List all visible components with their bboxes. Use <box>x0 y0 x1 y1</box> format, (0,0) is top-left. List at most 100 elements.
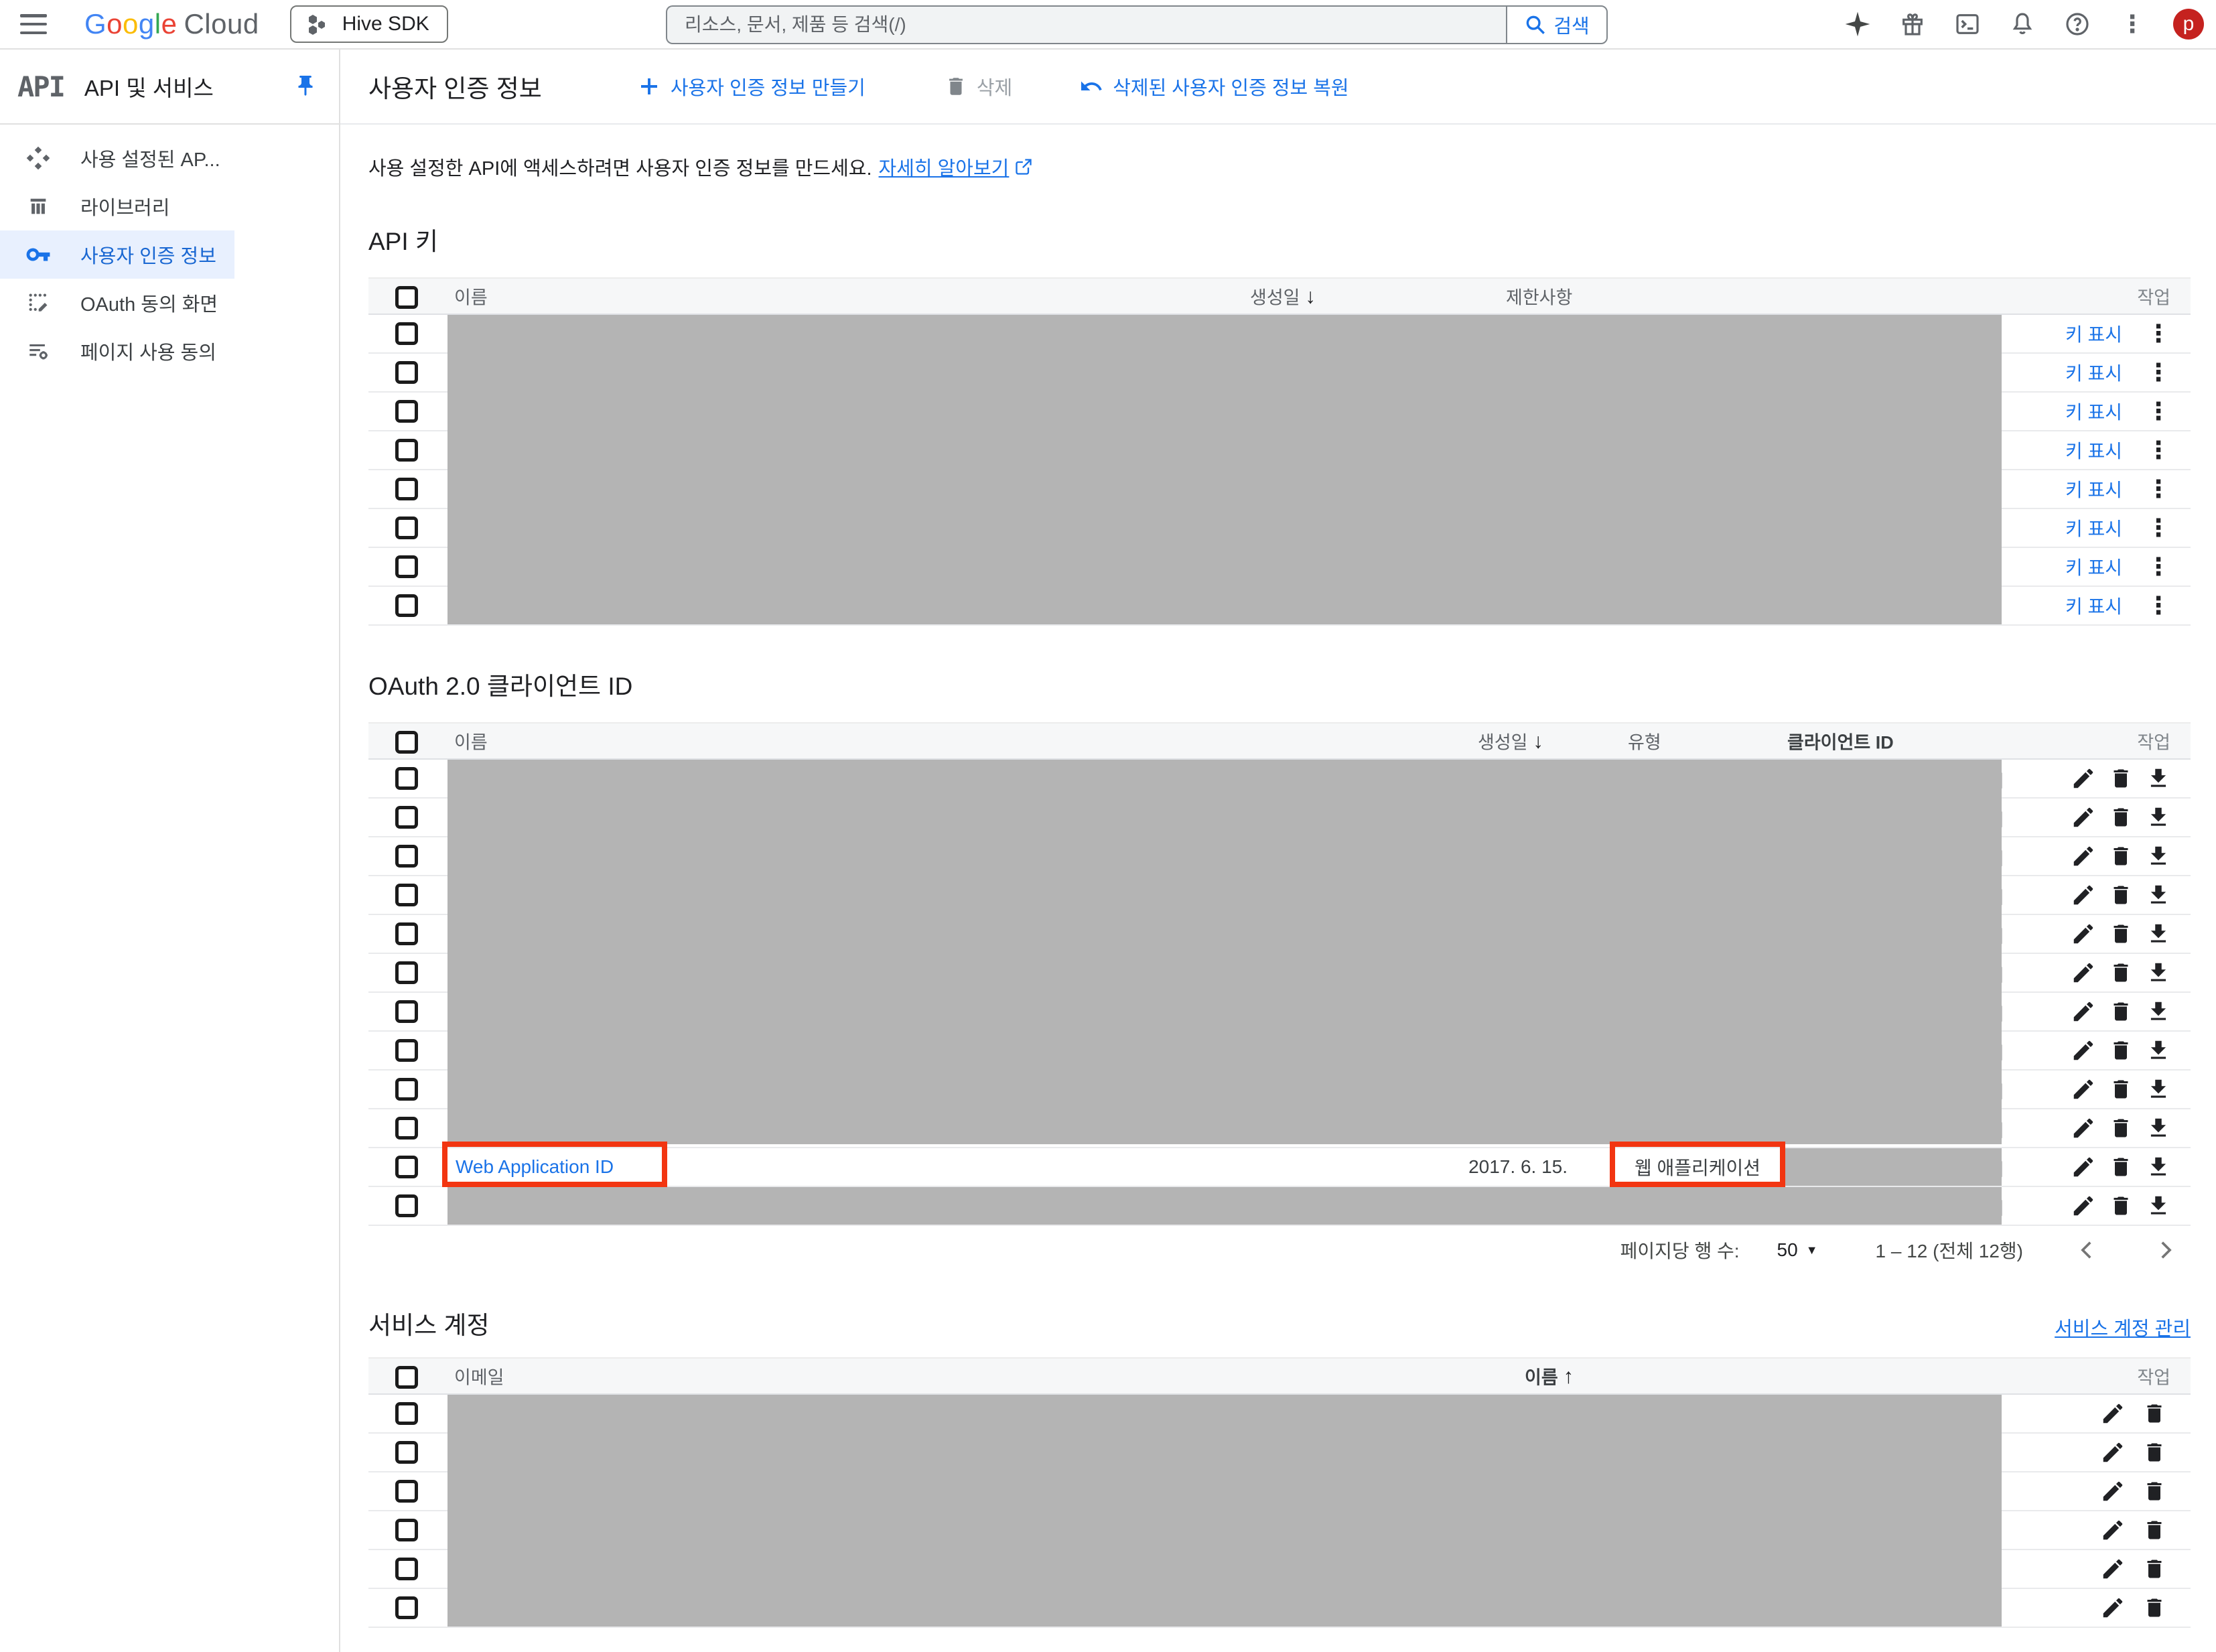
download-icon[interactable] <box>2145 959 2172 986</box>
sidebar-item-enabled-apis[interactable]: 사용 설정된 AP... <box>0 134 234 182</box>
row-checkbox[interactable] <box>395 439 418 462</box>
row-checkbox[interactable] <box>395 806 418 829</box>
row-checkbox[interactable] <box>395 478 418 500</box>
edit-icon[interactable] <box>2070 1154 2097 1180</box>
row-checkbox[interactable] <box>395 555 418 578</box>
notifications-bell-icon[interactable] <box>2008 10 2036 38</box>
download-icon[interactable] <box>2145 920 2172 947</box>
row-checkbox[interactable] <box>395 322 418 345</box>
row-checkbox[interactable] <box>395 1156 418 1178</box>
show-key-link[interactable]: 키 표시 <box>2065 514 2122 541</box>
column-header-name[interactable]: 이름 ↑ <box>1525 1363 1574 1389</box>
select-all-checkbox[interactable] <box>395 1366 418 1389</box>
show-key-link[interactable]: 키 표시 <box>2065 592 2122 619</box>
delete-icon[interactable] <box>2141 1478 2168 1505</box>
row-checkbox[interactable] <box>395 1480 418 1503</box>
edit-icon[interactable] <box>2070 1076 2097 1103</box>
create-credentials-button[interactable]: 사용자 인증 정보 만들기 <box>637 72 865 100</box>
download-icon[interactable] <box>2145 882 2172 908</box>
gift-icon[interactable] <box>1898 10 1927 38</box>
previous-page-icon[interactable] <box>2074 1237 2101 1263</box>
edit-icon[interactable] <box>2070 959 2097 986</box>
menu-icon[interactable] <box>20 14 47 34</box>
delete-icon[interactable] <box>2107 843 2134 870</box>
edit-icon[interactable] <box>2070 1037 2097 1064</box>
delete-icon[interactable] <box>2107 765 2134 792</box>
edit-icon[interactable] <box>2099 1594 2126 1621</box>
edit-icon[interactable] <box>2099 1556 2126 1582</box>
edit-icon[interactable] <box>2099 1439 2126 1466</box>
sidebar-item-page-agreements[interactable]: 페이지 사용 동의 <box>0 327 234 375</box>
row-checkbox[interactable] <box>395 1000 418 1023</box>
row-checkbox[interactable] <box>395 767 418 790</box>
delete-icon[interactable] <box>2141 1400 2168 1427</box>
delete-icon[interactable] <box>2107 1037 2134 1064</box>
delete-icon[interactable] <box>2141 1556 2168 1582</box>
download-icon[interactable] <box>2145 804 2172 831</box>
row-checkbox[interactable] <box>395 594 418 617</box>
next-page-icon[interactable] <box>2152 1237 2178 1263</box>
show-key-link[interactable]: 키 표시 <box>2065 320 2122 347</box>
edit-icon[interactable] <box>2070 998 2097 1025</box>
sidebar-item-library[interactable]: 라이브러리 <box>0 182 234 230</box>
download-icon[interactable] <box>2145 1192 2172 1219</box>
row-checkbox[interactable] <box>395 361 418 384</box>
row-more-vertical-icon[interactable]: ⋮ <box>2146 516 2170 540</box>
delete-icon[interactable] <box>2107 882 2134 908</box>
help-icon[interactable] <box>2063 10 2091 38</box>
delete-icon[interactable] <box>2141 1517 2168 1543</box>
delete-icon[interactable] <box>2107 1192 2134 1219</box>
show-key-link[interactable]: 키 표시 <box>2065 359 2122 386</box>
download-icon[interactable] <box>2145 1154 2172 1180</box>
row-more-vertical-icon[interactable]: ⋮ <box>2146 360 2170 385</box>
row-checkbox[interactable] <box>395 845 418 868</box>
download-icon[interactable] <box>2145 998 2172 1025</box>
delete-button[interactable]: 삭제 <box>945 72 1012 100</box>
delete-icon[interactable] <box>2141 1594 2168 1621</box>
download-icon[interactable] <box>2145 1076 2172 1103</box>
more-vertical-icon[interactable]: ⋮ <box>2118 10 2146 38</box>
edit-icon[interactable] <box>2070 920 2097 947</box>
edit-icon[interactable] <box>2070 843 2097 870</box>
row-checkbox[interactable] <box>395 884 418 906</box>
pin-icon[interactable] <box>293 74 318 98</box>
show-key-link[interactable]: 키 표시 <box>2065 398 2122 425</box>
restore-credentials-button[interactable]: 삭제된 사용자 인증 정보 복원 <box>1079 72 1349 100</box>
google-cloud-logo[interactable]: Google Cloud <box>84 8 259 40</box>
delete-icon[interactable] <box>2107 920 2134 947</box>
edit-icon[interactable] <box>2099 1517 2126 1543</box>
row-more-vertical-icon[interactable]: ⋮ <box>2146 438 2170 462</box>
row-more-vertical-icon[interactable]: ⋮ <box>2146 477 2170 501</box>
rows-per-page-select[interactable]: 50 ▼ <box>1777 1239 1818 1261</box>
select-all-checkbox[interactable] <box>395 286 418 309</box>
edit-icon[interactable] <box>2070 1192 2097 1219</box>
gemini-sparkle-icon[interactable] <box>1844 10 1872 38</box>
edit-icon[interactable] <box>2070 765 2097 792</box>
avatar[interactable]: p <box>2173 9 2204 40</box>
delete-icon[interactable] <box>2107 804 2134 831</box>
delete-icon[interactable] <box>2107 998 2134 1025</box>
row-more-vertical-icon[interactable]: ⋮ <box>2146 594 2170 618</box>
sidebar-item-credentials[interactable]: 사용자 인증 정보 <box>0 230 234 279</box>
show-key-link[interactable]: 키 표시 <box>2065 553 2122 580</box>
row-more-vertical-icon[interactable]: ⋮ <box>2146 555 2170 579</box>
row-checkbox[interactable] <box>395 1039 418 1062</box>
delete-icon[interactable] <box>2107 1076 2134 1103</box>
column-header-created[interactable]: 생성일 ↓ <box>1250 283 1316 309</box>
row-checkbox[interactable] <box>395 517 418 539</box>
manage-service-accounts-link[interactable]: 서비스 계정 관리 <box>2055 1313 2191 1341</box>
project-selector[interactable]: Hive SDK <box>289 5 448 43</box>
row-more-vertical-icon[interactable]: ⋮ <box>2146 322 2170 346</box>
row-checkbox[interactable] <box>395 1441 418 1464</box>
show-key-link[interactable]: 키 표시 <box>2065 476 2122 502</box>
download-icon[interactable] <box>2145 1037 2172 1064</box>
search-input[interactable] <box>666 5 1506 44</box>
row-checkbox[interactable] <box>395 1519 418 1541</box>
edit-icon[interactable] <box>2070 1115 2097 1142</box>
delete-icon[interactable] <box>2141 1439 2168 1466</box>
select-all-checkbox[interactable] <box>395 731 418 754</box>
row-checkbox[interactable] <box>395 961 418 984</box>
row-checkbox[interactable] <box>395 922 418 945</box>
edit-icon[interactable] <box>2070 882 2097 908</box>
row-more-vertical-icon[interactable]: ⋮ <box>2146 399 2170 423</box>
